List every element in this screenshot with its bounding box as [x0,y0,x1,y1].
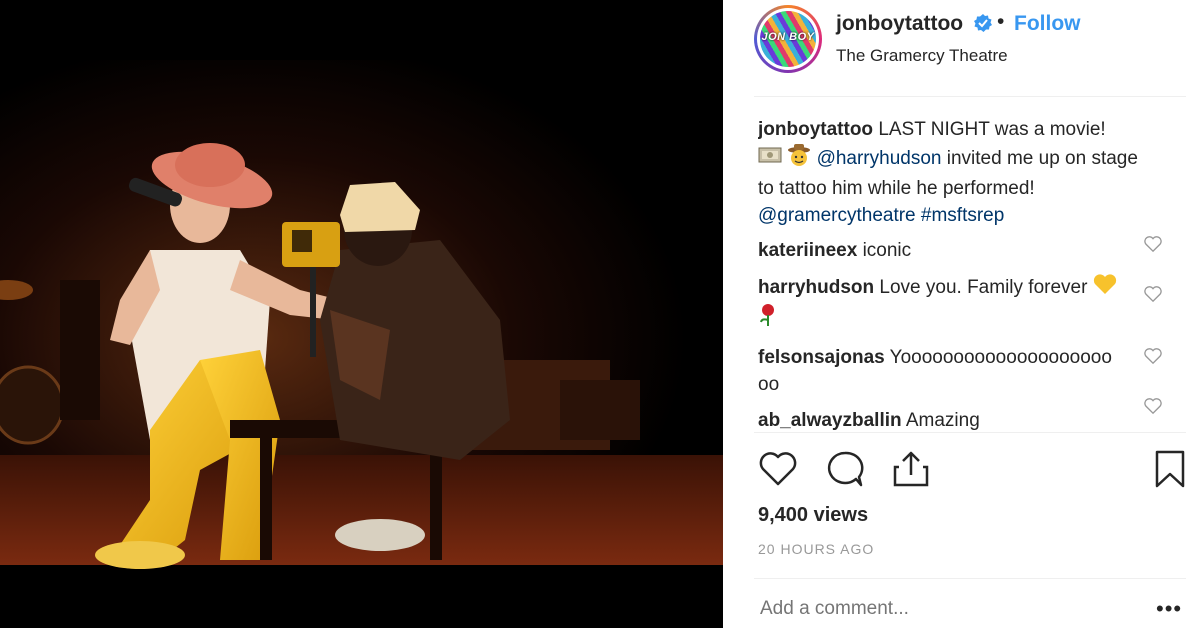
action-bar [723,445,1200,495]
share-icon[interactable] [891,449,931,489]
comment-item: harryhudson Love you. Family forever [758,273,1158,335]
post-timestamp[interactable]: 20 HOURS AGO [758,541,874,557]
heart-icon[interactable] [758,449,798,489]
divider [754,96,1186,97]
separator-dot: • [997,10,1005,33]
comment-like-heart-icon[interactable] [1144,235,1162,253]
divider [754,432,1186,433]
comment-bubble-icon[interactable] [825,449,865,489]
mention-link[interactable]: @harryhudson [817,148,942,169]
caption-text-2: invited me up on stage to tattoo him whi… [758,148,1138,199]
caption-username[interactable]: jonboytattoo [758,119,873,140]
comment-text: Love you. Family forever [879,277,1088,299]
location-link[interactable]: The Gramercy Theatre [836,46,1008,66]
comment-like-heart-icon[interactable] [1144,397,1162,415]
cowboy-emoji-icon [787,143,811,175]
caption-text-1: LAST NIGHT was a movie! [878,119,1106,140]
tag-link[interactable]: @gramercytheatre [758,205,916,226]
comment-username[interactable]: felsonsajonas [758,347,885,368]
comment-username[interactable]: harryhudson [758,277,874,298]
more-options-icon[interactable]: ••• [1156,598,1182,620]
comment-item: ab_alwayzballin Amazing [758,407,1158,432]
post-details-panel: JON BOY jonboytattoo • Follow The Gramer… [723,0,1200,628]
avatar-label: JON BOY [761,31,815,43]
comment-like-heart-icon[interactable] [1144,285,1162,303]
bookmark-icon[interactable] [1150,449,1190,489]
comment-text: iconic [862,240,912,261]
money-emoji-icon [758,145,782,173]
yellow-heart-emoji-icon [1093,273,1117,303]
comment-like-heart-icon[interactable] [1144,347,1162,365]
caption: jonboytattoo LAST NIGHT was a movie! @ha… [758,116,1158,229]
hashtag-link[interactable]: #msftsrep [921,205,1004,226]
comments-list[interactable]: jonboytattoo LAST NIGHT was a movie! @ha… [758,116,1158,432]
post-header: JON BOY jonboytattoo • Follow The Gramer… [723,0,1200,96]
rose-emoji-icon [758,303,778,335]
comment-text: Amazing [905,410,980,431]
follow-button[interactable]: Follow [1014,12,1081,36]
avatar[interactable]: JON BOY [754,5,822,73]
post-media[interactable] [0,0,723,628]
stage-photo [0,0,723,628]
verified-badge-icon [974,14,992,32]
add-comment-input[interactable] [760,598,1100,620]
comment-item: felsonsajonas Yoooooooooooooooooooooo [758,344,1158,398]
views-count[interactable]: 9,400 views [758,504,868,527]
comment-username[interactable]: kateriineex [758,240,857,261]
comment-username[interactable]: ab_alwayzballin [758,410,902,431]
comment-item: kateriineex iconic [758,237,1158,264]
divider [754,578,1186,579]
username-link[interactable]: jonboytattoo [836,12,963,36]
